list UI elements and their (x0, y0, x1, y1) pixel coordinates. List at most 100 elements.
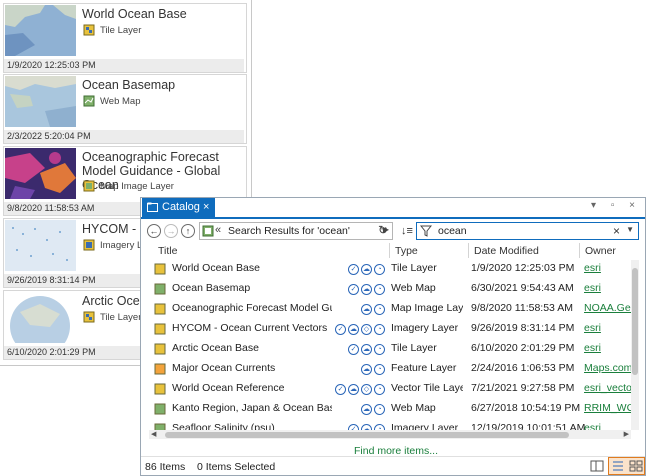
tile-layer-icon (83, 311, 95, 323)
row-title: Arctic Ocean Base (172, 342, 259, 354)
scrollbar-thumb[interactable] (165, 432, 569, 438)
card-date: 2/3/2022 5:20:04 PM (4, 130, 244, 143)
map-image-layer-icon (83, 180, 95, 192)
row-type: Tile Layer (391, 342, 437, 354)
selected-count: 0 Items Selected (197, 461, 276, 473)
map-thumbnail (5, 76, 76, 127)
status-badges: ☁ ◔ (361, 302, 387, 316)
status-badge-icon: ✓ (335, 324, 346, 335)
table-row[interactable]: Kanto Region, Japan & Ocean Base Topogr ☁… (151, 399, 631, 419)
row-owner-link[interactable]: esri (584, 322, 631, 334)
gallery-card[interactable]: World Ocean Base Tile Layer 1/9/2020 12:… (3, 3, 247, 73)
row-owner-link[interactable]: Maps.com (584, 362, 631, 374)
row-type: Feature Layer (391, 362, 457, 374)
results-list: World Ocean Base ✓ ☁ ◔ Tile Layer 1/9/2020 12… (141, 198, 631, 430)
status-badges: ☁ ◔ (361, 402, 387, 416)
map-thumbnail (5, 220, 76, 271)
gallery-card[interactable]: Ocean Basemap Web Map 2/3/2022 5:20:04 P… (3, 74, 247, 144)
item-type-icon (154, 403, 166, 415)
scrollbar-thumb[interactable] (632, 268, 638, 375)
row-owner-link[interactable]: esri (584, 422, 631, 430)
status-badges: ✓ ☁ ◔ (348, 262, 387, 276)
status-badges: ✓ ☁ ◇ ◔ (335, 382, 387, 396)
row-type: Web Map (391, 282, 436, 294)
table-row[interactable]: Seafloor Salinity (psu) ✓ ☁ ◔ Imagery Layer 1… (151, 419, 631, 430)
map-thumbnail (5, 148, 76, 199)
status-badges: ✓ ☁ ◔ (348, 282, 387, 296)
row-type: Tile Layer (391, 262, 437, 274)
table-row[interactable]: HYCOM - Ocean Current Vectors ✓ ☁ ◇ ◔ Imagery… (151, 319, 631, 339)
status-badge-icon: ☁ (361, 404, 372, 415)
row-title: HYCOM - Ocean Current Vectors (172, 322, 328, 334)
table-row[interactable]: Ocean Basemap ✓ ☁ ◔ Web Map 6/30/2021 9:54:43… (151, 279, 631, 299)
status-badges: ☁ ◔ (361, 362, 387, 376)
status-badge-icon: ◔ (374, 344, 385, 355)
row-date: 6/10/2020 2:01:29 PM (471, 342, 575, 354)
row-type: Imagery Layer (391, 322, 459, 334)
item-type-icon (154, 263, 166, 275)
card-title: Ocean Basemap (82, 78, 176, 92)
item-type-icon (154, 283, 166, 295)
status-badge-icon: ☁ (361, 304, 372, 315)
item-type-icon (154, 303, 166, 315)
row-type: Vector Tile Layer (391, 382, 463, 394)
status-badge-icon: ◔ (374, 324, 385, 335)
status-badge-icon: ◔ (374, 284, 385, 295)
vertical-scrollbar[interactable] (631, 260, 639, 430)
card-type: Tile Layer (100, 312, 142, 323)
map-thumbnail (5, 5, 76, 56)
table-row[interactable]: Arctic Ocean Base ✓ ☁ ◔ Tile Layer 6/10/2020 … (151, 339, 631, 359)
details-view-icon[interactable] (588, 458, 606, 474)
row-date: 9/26/2019 8:31:14 PM (471, 322, 575, 334)
row-date: 7/21/2021 9:27:58 PM (471, 382, 575, 394)
item-type-icon (154, 343, 166, 355)
status-badge-icon: ✓ (348, 264, 359, 275)
item-type-icon (154, 383, 166, 395)
row-title: Kanto Region, Japan & Ocean Base Topogr (172, 402, 332, 414)
table-row[interactable]: Major Ocean Currents ☁ ◔ Feature Layer 2/24/… (151, 359, 631, 379)
row-type: Imagery Layer (391, 422, 459, 430)
item-type-icon (154, 363, 166, 375)
map-thumbnail (5, 292, 76, 343)
horizontal-scrollbar[interactable]: ◀ ▶ (149, 430, 631, 439)
tiles-view-icon[interactable] (627, 458, 645, 474)
status-bar: 86 Items 0 Items Selected (141, 456, 645, 476)
row-owner-link[interactable]: esri (584, 262, 631, 274)
status-badge-icon: ☁ (361, 364, 372, 375)
card-type: Tile Layer (100, 25, 142, 36)
row-title: Seafloor Salinity (psu) (172, 422, 275, 430)
row-date: 6/27/2018 10:54:19 PM (471, 402, 581, 414)
status-badge-icon: ◔ (374, 404, 385, 415)
table-row[interactable]: World Ocean Base ✓ ☁ ◔ Tile Layer 1/9/2020 12… (151, 259, 631, 279)
row-owner-link[interactable]: esri (584, 282, 631, 294)
status-badge-icon: ◇ (361, 384, 372, 395)
list-view-icon[interactable] (609, 458, 627, 474)
item-count: 86 Items (145, 461, 186, 473)
tile-layer-icon (83, 24, 95, 36)
status-badge-icon: ◇ (361, 324, 372, 335)
catalog-pane: Catalog × ▾ ▫ × ← → ↑ « Search Results f… (140, 197, 646, 476)
row-title: World Ocean Reference (172, 382, 285, 394)
table-row[interactable]: Oceanographic Forecast Model Guidance ☁◔ M… (151, 299, 631, 319)
row-type: Map Image Layer (391, 302, 463, 314)
row-type: Web Map (391, 402, 436, 414)
row-owner-link[interactable]: RRIM_WG (584, 402, 631, 414)
card-title: World Ocean Base (82, 7, 187, 21)
item-type-icon (154, 323, 166, 335)
row-owner-link[interactable]: esri_vector (584, 382, 631, 394)
status-badge-icon: ☁ (361, 344, 372, 355)
row-title: Oceanographic Forecast Model Guidance (172, 302, 332, 314)
row-date: 12/19/2019 10:01:51 AM (471, 422, 586, 430)
table-row[interactable]: World Ocean Reference ✓ ☁ ◇ ◔ Vector Tile Lay… (151, 379, 631, 399)
card-type: Web Map (100, 96, 141, 107)
scroll-left-icon[interactable]: ◀ (151, 430, 156, 438)
status-badge-icon: ☁ (361, 284, 372, 295)
row-title: World Ocean Base (172, 262, 260, 274)
view-selected-group (608, 457, 645, 475)
status-badge-icon: ✓ (348, 344, 359, 355)
row-owner-link[interactable]: NOAA.Geo (584, 302, 631, 314)
status-badge-icon: ◔ (374, 264, 385, 275)
row-owner-link[interactable]: esri (584, 342, 631, 354)
card-type: Map Image Layer (100, 181, 174, 192)
scroll-right-icon[interactable]: ▶ (624, 430, 629, 438)
